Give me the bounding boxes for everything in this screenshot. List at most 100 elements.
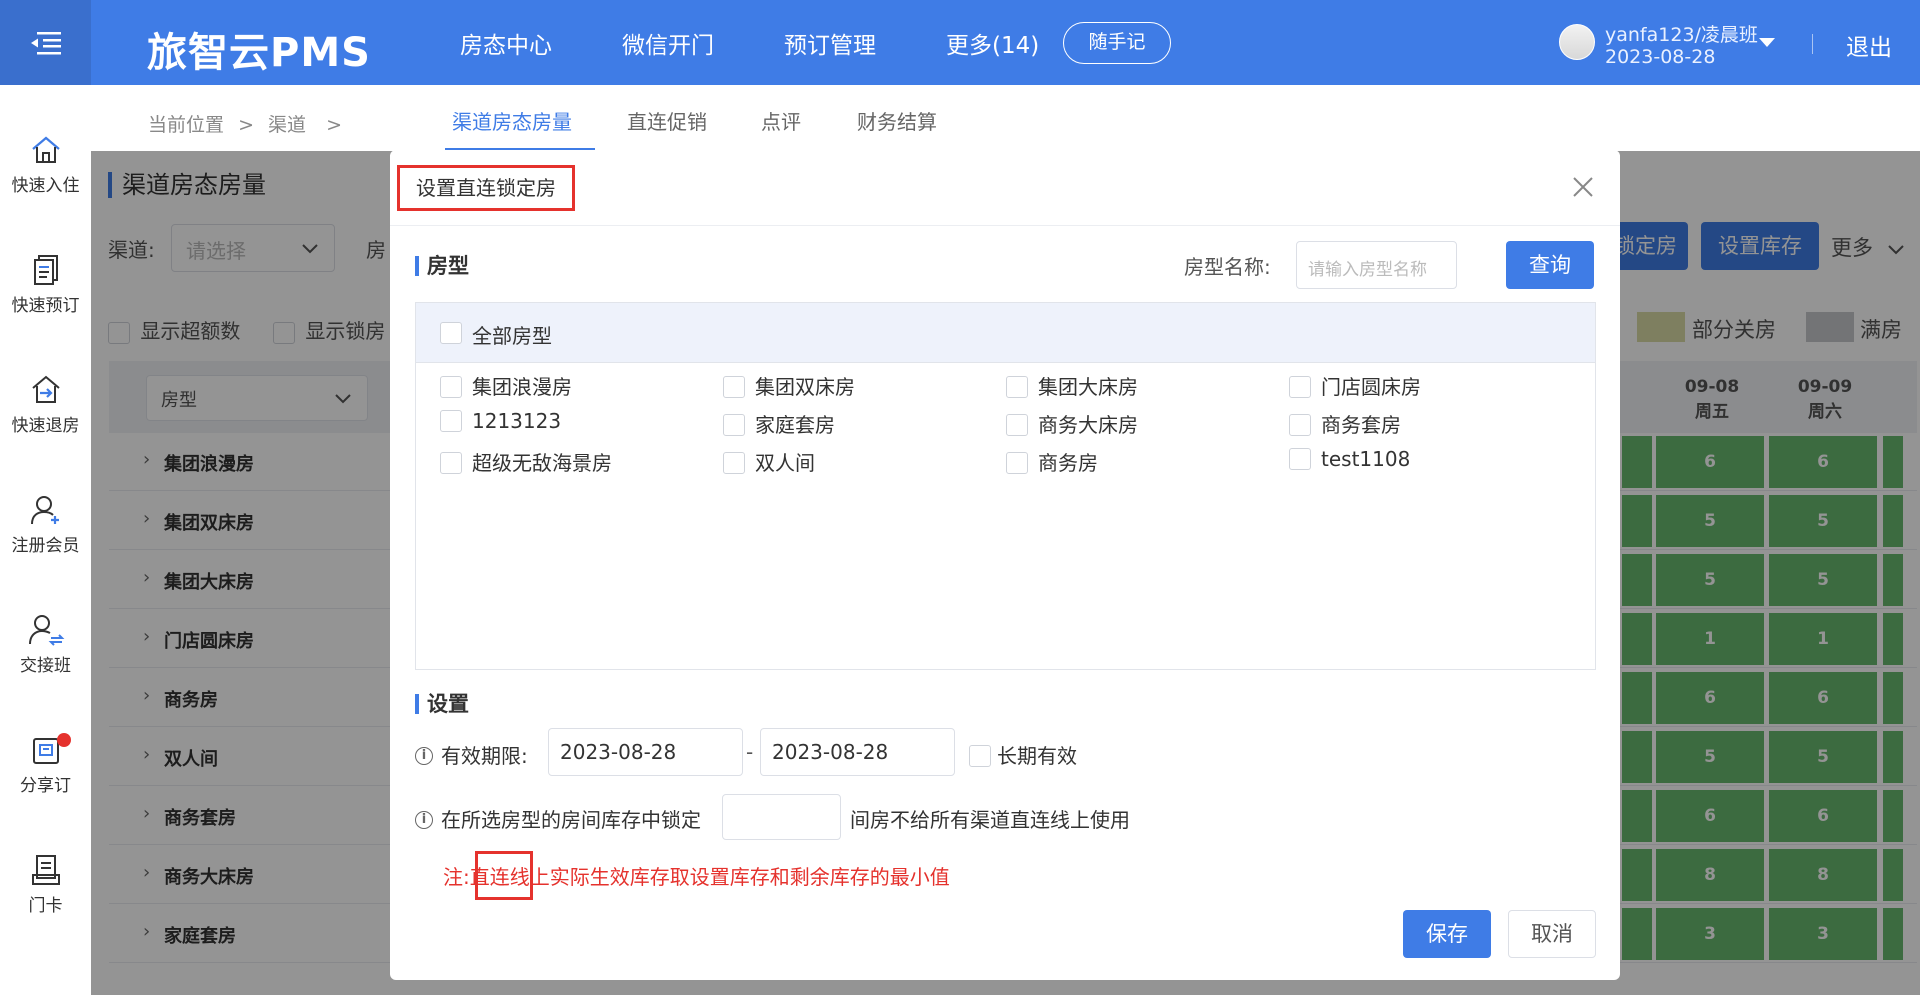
room-type-checkbox[interactable] — [440, 409, 462, 432]
room-type-checkbox[interactable] — [723, 451, 745, 474]
room-name-input[interactable]: 请输入房型名称 — [1296, 241, 1457, 289]
sidebar-item-quick-booking[interactable]: 快速预订 — [0, 253, 91, 316]
breadcrumb: 当前位置 > 渠道 > — [148, 110, 342, 137]
chevron-down-icon[interactable] — [1759, 38, 1775, 47]
room-type-checkbox[interactable] — [723, 375, 745, 398]
sidebar-item-shift-handover[interactable]: 交接班 — [0, 613, 91, 676]
tab-channel-room-status[interactable]: 渠道房态房量 — [452, 106, 572, 135]
sidebar-item-label: 快速入住 — [11, 176, 80, 196]
room-name-label: 房型名称: — [1184, 255, 1271, 279]
document-icon — [33, 255, 58, 285]
room-type-checkbox[interactable] — [1289, 375, 1311, 398]
room-type-checkbox[interactable] — [1006, 413, 1028, 436]
quick-action-sidebar: 快速入住 快速预订 快速退房 注册会员 交接班 分享订 门卡 — [0, 85, 91, 995]
select-all-checkbox[interactable] — [440, 322, 462, 344]
room-type-option[interactable]: 集团浪漫房 — [440, 371, 572, 400]
room-type-option[interactable]: 1213123 — [440, 409, 561, 434]
room-type-checkbox[interactable] — [440, 375, 462, 398]
room-type-option[interactable]: 商务房 — [1006, 447, 1098, 476]
breadcrumb-prefix: 当前位置 — [148, 114, 225, 136]
select-all-label: 全部房型 — [472, 324, 552, 348]
nav-booking-management[interactable]: 预订管理 — [784, 26, 876, 60]
room-type-checklist: 全部房型 集团浪漫房 集团双床房 集团大床房 门店圆床房 1213123 家庭套房 商务大床… — [415, 302, 1596, 670]
room-type-label: 集团大床房 — [1038, 375, 1138, 399]
room-type-option[interactable]: 家庭套房 — [723, 409, 835, 438]
validity-label-row: i 有效期限: — [415, 740, 528, 769]
breadcrumb-tab-bar — [91, 85, 1920, 151]
sidebar-item-quick-checkout[interactable]: 快速退房 — [0, 373, 91, 436]
close-icon[interactable] — [1568, 172, 1598, 202]
lock-rule-row: i 在所选房型的房间库存中锁定 — [415, 804, 701, 833]
sidebar-item-door-card[interactable]: 门卡 — [0, 853, 91, 916]
lock-room-dialog: 设置直连锁定房 房型 房型名称: 请输入房型名称 查询 全部房型 集团浪漫房 集团… — [390, 150, 1620, 980]
tab-reviews[interactable]: 点评 — [761, 106, 801, 135]
breadcrumb-separator: > — [326, 114, 343, 136]
select-all-row[interactable]: 全部房型 — [416, 303, 1595, 363]
room-type-label: 双人间 — [755, 451, 815, 475]
header-divider — [1812, 34, 1813, 54]
room-type-label: 超级无敌海景房 — [472, 451, 612, 475]
business-date: 2023-08-28 — [1605, 46, 1716, 68]
nav-wechat-door[interactable]: 微信开门 — [622, 26, 714, 60]
room-type-checkbox[interactable] — [1289, 447, 1311, 470]
door-card-icon — [31, 855, 60, 885]
nav-room-status[interactable]: 房态中心 — [460, 26, 552, 60]
tab-direct-promotion[interactable]: 直连促销 — [627, 106, 707, 135]
room-type-checkbox[interactable] — [1006, 451, 1028, 474]
room-type-label: 集团浪漫房 — [472, 375, 572, 399]
dialog-title: 设置直连锁定房 — [397, 165, 575, 211]
room-type-option[interactable]: 集团双床房 — [723, 371, 855, 400]
room-type-checkbox[interactable] — [440, 451, 462, 474]
room-type-option[interactable]: 门店圆床房 — [1289, 371, 1421, 400]
room-type-checkbox[interactable] — [723, 413, 745, 436]
room-type-option[interactable]: 超级无敌海景房 — [440, 447, 612, 476]
highlight-annotation-box — [475, 851, 533, 900]
query-button[interactable]: 查询 — [1506, 241, 1594, 289]
room-type-label: 商务套房 — [1321, 413, 1401, 437]
room-type-label: 商务房 — [1038, 451, 1098, 475]
add-user-icon — [30, 496, 59, 525]
room-type-option[interactable]: test1108 — [1289, 447, 1410, 472]
room-type-option[interactable]: 商务大床房 — [1006, 409, 1138, 438]
avatar[interactable] — [1559, 24, 1595, 60]
room-type-label: 商务大床房 — [1038, 413, 1138, 437]
room-type-label: 1213123 — [472, 409, 562, 433]
nav-more[interactable]: 更多(14) — [946, 26, 1039, 60]
room-type-option[interactable]: 商务套房 — [1289, 409, 1401, 438]
end-date-input[interactable]: 2023-08-28 — [760, 728, 955, 776]
room-type-option[interactable]: 集团大床房 — [1006, 371, 1138, 400]
long-term-label: 长期有效 — [997, 744, 1077, 768]
dialog-header: 设置直连锁定房 — [390, 150, 1620, 226]
memo-button[interactable]: 随手记 — [1063, 22, 1171, 64]
shift-handover-icon — [28, 615, 64, 646]
sidebar-item-label: 门卡 — [28, 896, 63, 916]
lock-prefix-label: 在所选房型的房间库存中锁定 — [441, 808, 701, 832]
sidebar-item-quick-checkin[interactable]: 快速入住 — [0, 133, 91, 196]
app-logo: 旅智云PMS — [147, 30, 371, 76]
user-name[interactable]: yanfa123/凌晨班 — [1605, 20, 1758, 47]
room-type-checkbox[interactable] — [1289, 413, 1311, 436]
save-button[interactable]: 保存 — [1403, 910, 1491, 958]
menu-toggle-button[interactable] — [0, 0, 91, 85]
room-type-label: 门店圆床房 — [1321, 375, 1421, 399]
tab-financial-settlement[interactable]: 财务结算 — [857, 106, 937, 135]
room-type-option[interactable]: 双人间 — [723, 447, 815, 476]
room-type-section-title: 房型 — [415, 256, 469, 277]
logout-button[interactable]: 退出 — [1846, 28, 1892, 62]
start-date-input[interactable]: 2023-08-28 — [548, 728, 743, 776]
cancel-button[interactable]: 取消 — [1508, 910, 1596, 958]
room-type-label: test1108 — [1321, 447, 1411, 471]
sidebar-item-label: 分享订 — [20, 776, 71, 796]
sidebar-item-label: 交接班 — [20, 656, 71, 676]
sidebar-item-label: 快速预订 — [11, 296, 80, 316]
room-type-checkbox[interactable] — [1006, 375, 1028, 398]
lock-count-input[interactable] — [722, 794, 841, 840]
breadcrumb-current[interactable]: 渠道 — [268, 114, 306, 136]
sidebar-item-label: 快速退房 — [11, 416, 80, 436]
sidebar-item-register-member[interactable]: 注册会员 — [0, 493, 91, 556]
settings-section-title: 设置 — [415, 694, 469, 715]
validity-label: 有效期限: — [441, 744, 528, 768]
long-term-checkbox[interactable]: 长期有效 — [969, 740, 1077, 769]
checkbox[interactable] — [969, 744, 991, 767]
sidebar-item-share-order[interactable]: 分享订 — [0, 733, 91, 796]
